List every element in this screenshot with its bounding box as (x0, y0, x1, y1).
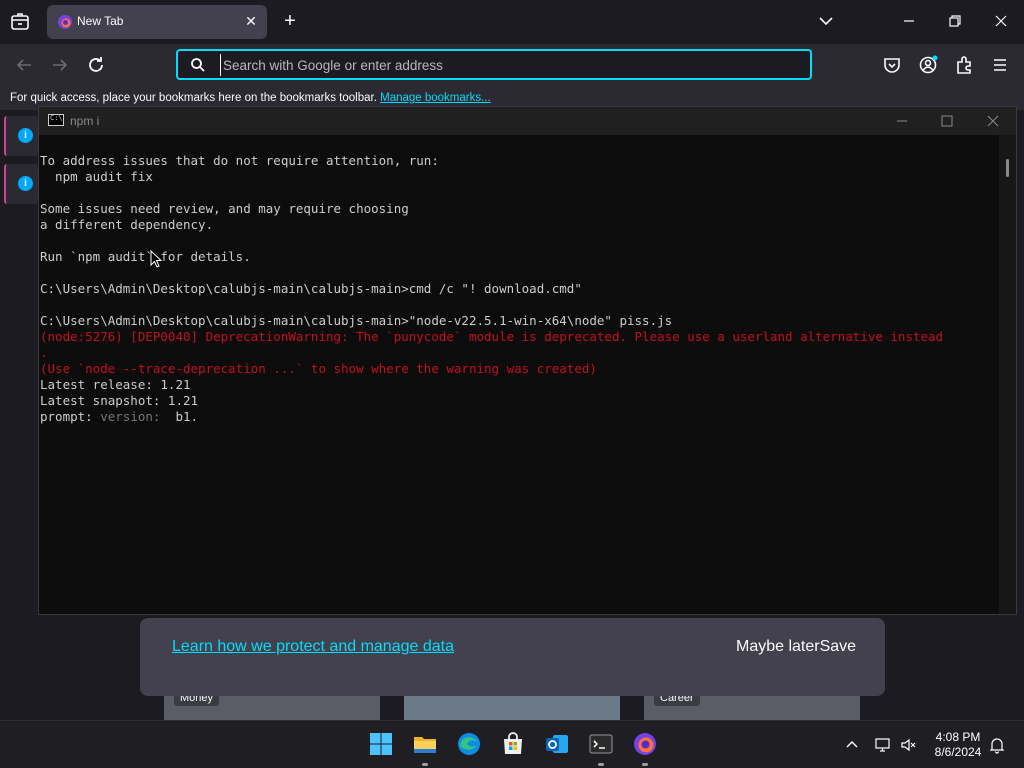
cmd-icon (48, 114, 64, 126)
close-window-icon[interactable] (985, 113, 1001, 129)
console-line: npm audit fix (40, 169, 153, 184)
info-icon: i (18, 176, 33, 191)
network-icon[interactable] (874, 736, 892, 754)
tab-new-tab[interactable]: New Tab ✕ (47, 5, 267, 39)
start-icon[interactable] (367, 730, 395, 758)
notification-bell-icon[interactable] (988, 736, 1006, 754)
firefox-view-icon[interactable] (8, 10, 32, 34)
scrollbar-thumb[interactable] (1006, 159, 1009, 177)
manage-bookmarks-link[interactable]: Manage bookmarks... (380, 92, 491, 104)
console-line: Run `npm audit` for details. (40, 249, 251, 264)
address-bar[interactable] (176, 49, 812, 80)
console-title: npm i (70, 114, 100, 128)
console-window[interactable]: npm i To address issues that do not requ… (38, 106, 1017, 615)
firefox-icon[interactable] (631, 730, 659, 758)
search-input[interactable] (220, 54, 790, 76)
privacy-actions: Maybe laterSave (736, 638, 856, 656)
console-line: C:\Users\Admin\Desktop\calubjs-main\calu… (40, 281, 582, 296)
learn-more-link[interactable]: Learn how we protect and manage data (172, 638, 454, 656)
bookmarks-message: For quick access, place your bookmarks h… (10, 92, 491, 104)
close-window-icon[interactable] (992, 12, 1010, 30)
forward-icon[interactable] (49, 54, 71, 76)
maybe-later-button[interactable]: Maybe later (736, 638, 820, 655)
console-line: (Use `node --trace-deprecation ...` to s… (40, 361, 597, 376)
maximize-icon[interactable] (939, 113, 955, 129)
prompt-input[interactable]: b1. (168, 409, 198, 424)
menu-icon[interactable] (989, 54, 1011, 76)
notification-bar[interactable]: i (4, 116, 38, 156)
console-line: Latest snapshot: 1.21 (40, 393, 199, 408)
prompt-hint: version: (92, 409, 168, 424)
console-line: Some issues need review, and may require… (40, 201, 409, 216)
console-scrollbar[interactable] (999, 135, 1016, 614)
taskbar: 4:08 PM 8/6/2024 (0, 720, 1024, 768)
outlook-icon[interactable] (543, 730, 571, 758)
console-prompt-line[interactable]: prompt: version: b1. (40, 409, 999, 425)
tab-bar: New Tab ✕ + (0, 0, 1024, 44)
running-indicator (422, 763, 428, 766)
console-line: To address issues that do not require at… (40, 153, 439, 168)
store-icon[interactable] (499, 730, 527, 758)
new-tab-button[interactable]: + (280, 11, 300, 31)
clock-date: 8/6/2024 (934, 745, 982, 759)
console-line: (node:5276) [DEP0040] DeprecationWarning… (40, 329, 944, 344)
firefox-icon (58, 15, 72, 29)
clock-time: 4:08 PM (935, 730, 981, 744)
search-icon (191, 58, 205, 72)
notification-bar[interactable]: i (4, 164, 38, 204)
system-clock[interactable]: 4:08 PM 8/6/2024 (918, 730, 998, 760)
volume-muted-icon[interactable] (900, 736, 918, 754)
nav-bar (0, 44, 1024, 86)
account-icon[interactable] (917, 54, 939, 76)
privacy-notice: Learn how we protect and manage data May… (140, 618, 885, 696)
console-line: a different dependency. (40, 217, 214, 232)
console-line: C:\Users\Admin\Desktop\calubjs-main\calu… (40, 313, 673, 328)
minimize-icon[interactable] (900, 12, 918, 30)
save-button[interactable]: Save (820, 638, 856, 655)
console-output[interactable]: To address issues that do not require at… (39, 135, 999, 614)
prompt-label: prompt: (40, 409, 93, 424)
restore-icon[interactable] (946, 12, 964, 30)
running-indicator (642, 763, 648, 766)
mouse-cursor-icon (150, 250, 162, 268)
info-icon: i (18, 128, 33, 143)
chevron-down-icon[interactable] (817, 12, 835, 30)
console-line: . (40, 345, 48, 360)
edge-icon[interactable] (455, 730, 483, 758)
pocket-icon[interactable] (881, 54, 903, 76)
close-tab-icon[interactable]: ✕ (243, 13, 259, 29)
console-titlebar[interactable]: npm i (39, 107, 1016, 135)
running-indicator (598, 763, 604, 766)
extensions-icon[interactable] (953, 54, 975, 76)
tab-title: New Tab (77, 14, 124, 28)
reload-icon[interactable] (85, 54, 107, 76)
console-line: Latest release: 1.21 (40, 377, 191, 392)
back-icon[interactable] (13, 54, 35, 76)
chevron-up-icon[interactable] (843, 736, 861, 754)
minimize-icon[interactable] (894, 113, 910, 129)
bookmarks-message-text: For quick access, place your bookmarks h… (10, 92, 377, 104)
file-explorer-icon[interactable] (411, 730, 439, 758)
terminal-icon[interactable] (587, 730, 615, 758)
